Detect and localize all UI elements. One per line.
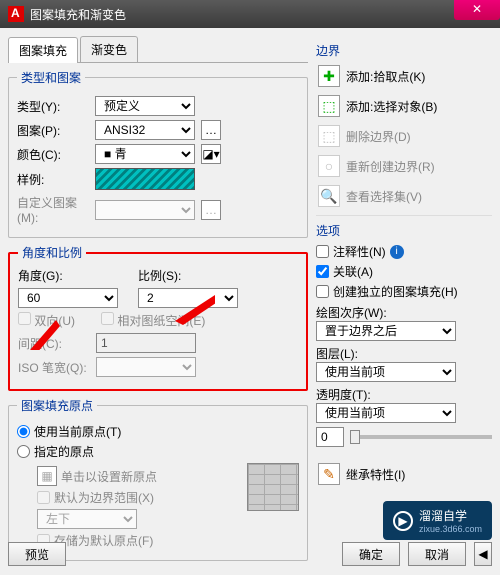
label-angle: 角度(G): (18, 267, 118, 284)
section-options: 选项 (316, 215, 492, 239)
label-click-set-origin: 单击以设置新原点 (61, 468, 157, 485)
label-scale: 比例(S): (138, 267, 238, 284)
legend-type-pattern: 类型和图案 (17, 69, 85, 86)
label-pattern: 图案(P): (17, 122, 89, 139)
btn-view-selection: 🔍查看选择集(V) (316, 183, 492, 209)
origin-preview (247, 463, 299, 511)
checkbox-default-extent (37, 491, 50, 504)
label-isowidth: ISO 笔宽(Q): (18, 359, 90, 376)
expand-button[interactable]: ◀ (474, 542, 492, 566)
preview-button[interactable]: 预览 (8, 542, 66, 566)
group-angle-scale: 角度和比例 角度(G): 60 比例(S): 2 双向(U) 相对图纸空间(E)… (8, 244, 308, 391)
ok-button[interactable]: 确定 (342, 542, 400, 566)
sample-preview[interactable] (95, 168, 195, 190)
legend-angle-scale: 角度和比例 (18, 244, 86, 261)
watermark: ▶ 溜溜自学 zixue.3d66.com (383, 501, 492, 540)
color-bylayer-button[interactable]: ◪▾ (201, 144, 221, 164)
select-pattern[interactable]: ANSI32 (95, 120, 195, 140)
radio-use-current-origin[interactable] (17, 425, 30, 438)
window-title: 图案填充和渐变色 (30, 6, 126, 23)
checkbox-separate[interactable] (316, 285, 329, 298)
btn-remove-boundary: ⬚删除边界(D) (316, 123, 492, 149)
label-layer: 图层(L): (316, 345, 492, 362)
select-custom-pattern (95, 200, 195, 220)
inherit-icon: ✎ (318, 463, 340, 485)
btn-inherit[interactable]: ✎继承特性(I) (316, 461, 492, 487)
label-type: 类型(Y): (17, 98, 89, 115)
remove-boundary-icon: ⬚ (318, 125, 340, 147)
checkbox-paperspace[interactable] (101, 312, 114, 325)
tab-bar: 图案填充 渐变色 (8, 36, 308, 63)
watermark-url: zixue.3d66.com (419, 524, 482, 534)
label-separate: 创建独立的图案填充(H) (333, 283, 458, 300)
btn-recreate-boundary: ○重新创建边界(R) (316, 153, 492, 179)
radio-specified-origin[interactable] (17, 445, 30, 458)
info-icon[interactable]: i (390, 245, 404, 259)
annotation-arrow (175, 295, 215, 325)
btn-add-pick[interactable]: ✚添加:拾取点(K) (316, 63, 492, 89)
annotation-arrow (30, 320, 60, 350)
play-icon: ▶ (393, 511, 413, 531)
add-select-icon: ⬚ (318, 95, 340, 117)
title-bar: 图案填充和渐变色 ✕ (0, 0, 500, 28)
recreate-boundary-icon: ○ (318, 155, 340, 177)
input-transparency-value[interactable] (316, 427, 344, 447)
label-default-extent: 默认为边界范围(X) (54, 489, 154, 506)
slider-transparency[interactable] (350, 435, 492, 439)
pattern-browse-button[interactable] (201, 120, 221, 140)
app-icon (8, 6, 24, 22)
label-use-current-origin: 使用当前原点(T) (34, 423, 121, 440)
label-draworder: 绘图次序(W): (316, 304, 492, 321)
add-pick-icon: ✚ (318, 65, 340, 87)
label-associative: 关联(A) (333, 263, 373, 280)
select-layer[interactable]: 使用当前项 (316, 362, 456, 382)
group-type-pattern: 类型和图案 类型(Y): 预定义 图案(P): ANSI32 颜色(C): ■ … (8, 69, 308, 238)
checkbox-associative[interactable] (316, 265, 329, 278)
select-transparency[interactable]: 使用当前项 (316, 403, 456, 423)
close-button[interactable]: ✕ (454, 0, 500, 20)
view-selection-icon: 🔍 (318, 185, 340, 207)
group-origin: 图案填充原点 使用当前原点(T) 指定的原点 ▦单击以设置新原点 默认为边界范围… (8, 397, 308, 561)
label-color: 颜色(C): (17, 146, 89, 163)
tab-gradient[interactable]: 渐变色 (80, 36, 138, 62)
label-sample: 样例: (17, 171, 89, 188)
label-custom-pattern: 自定义图案(M): (17, 194, 89, 225)
select-origin-position: 左下 (37, 509, 137, 529)
custom-pattern-browse (201, 200, 221, 220)
select-angle[interactable]: 60 (18, 288, 118, 308)
input-spacing[interactable] (96, 333, 196, 353)
cancel-button[interactable]: 取消 (408, 542, 466, 566)
pick-origin-icon: ▦ (37, 466, 57, 486)
label-annotative: 注释性(N) (333, 243, 386, 260)
select-draworder[interactable]: 置于边界之后 (316, 321, 456, 341)
select-color[interactable]: ■ 青 (95, 144, 195, 164)
label-transparency: 透明度(T): (316, 386, 492, 403)
btn-add-select[interactable]: ⬚添加:选择对象(B) (316, 93, 492, 119)
watermark-text: 溜溜自学 (419, 507, 482, 524)
section-boundary: 边界 (316, 42, 492, 59)
select-type[interactable]: 预定义 (95, 96, 195, 116)
checkbox-annotative[interactable] (316, 245, 329, 258)
label-specified-origin: 指定的原点 (34, 443, 94, 460)
tab-hatch[interactable]: 图案填充 (8, 37, 78, 63)
select-isowidth (96, 357, 196, 377)
legend-origin: 图案填充原点 (17, 397, 97, 414)
